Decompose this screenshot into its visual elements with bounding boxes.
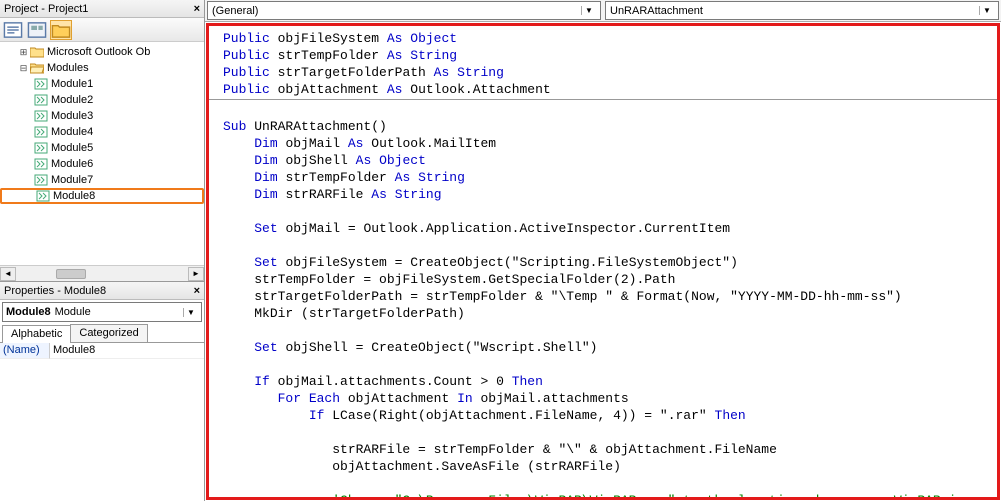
tab-alphabetic[interactable]: Alphabetic bbox=[2, 325, 71, 343]
scroll-thumb[interactable] bbox=[56, 269, 86, 279]
properties-panel-header: Properties - Module8 × bbox=[0, 282, 204, 300]
code-pane: (General) ▼ UnRARAttachment ▼ Public obj… bbox=[205, 0, 1001, 501]
module-icon bbox=[34, 158, 48, 170]
code-text[interactable]: Public objFileSystem As Object Public st… bbox=[209, 26, 997, 500]
tree-label: Module4 bbox=[51, 126, 93, 138]
project-tree[interactable]: ⊞ Microsoft Outlook Ob ⊟ Modules Module1… bbox=[0, 42, 204, 265]
procedure-dropdown[interactable]: UnRARAttachment ▼ bbox=[605, 1, 999, 20]
tree-item-module3[interactable]: Module3 bbox=[0, 108, 204, 124]
module-icon bbox=[34, 126, 48, 138]
property-row[interactable]: (Name) Module8 bbox=[0, 343, 204, 359]
project-panel-close-icon[interactable]: × bbox=[194, 3, 200, 15]
module-icon bbox=[34, 142, 48, 154]
scroll-left-icon[interactable]: ◄ bbox=[0, 267, 16, 281]
properties-panel-close-icon[interactable]: × bbox=[194, 285, 200, 297]
tree-item-module1[interactable]: Module1 bbox=[0, 76, 204, 92]
property-name: (Name) bbox=[0, 343, 50, 359]
object-type: Module bbox=[55, 306, 91, 318]
tree-item-module8[interactable]: Module8 bbox=[0, 188, 204, 204]
object-name: Module8 bbox=[6, 306, 51, 318]
chevron-down-icon[interactable]: ▼ bbox=[979, 6, 994, 15]
procedure-separator bbox=[209, 99, 997, 100]
tree-label: Module1 bbox=[51, 78, 93, 90]
code-editor[interactable]: Public objFileSystem As Object Public st… bbox=[206, 23, 1000, 500]
project-hscrollbar[interactable]: ◄ ► bbox=[0, 265, 204, 281]
tree-item-module2[interactable]: Module2 bbox=[0, 92, 204, 108]
object-dropdown[interactable]: (General) ▼ bbox=[207, 1, 601, 20]
code-dropdown-row: (General) ▼ UnRARAttachment ▼ bbox=[205, 0, 1001, 22]
tree-folder-modules[interactable]: ⊟ Modules bbox=[0, 60, 204, 76]
toggle-folders-button[interactable] bbox=[50, 20, 72, 40]
properties-tabs: Alphabetic Categorized bbox=[0, 324, 204, 343]
property-value[interactable]: Module8 bbox=[50, 343, 204, 359]
collapse-icon[interactable]: ⊟ bbox=[18, 63, 29, 74]
tree-label: Module2 bbox=[51, 94, 93, 106]
tree-item-module6[interactable]: Module6 bbox=[0, 156, 204, 172]
tree-folder-outlook[interactable]: ⊞ Microsoft Outlook Ob bbox=[0, 44, 204, 60]
tree-label: Module6 bbox=[51, 158, 93, 170]
tree-label: Module3 bbox=[51, 110, 93, 122]
tree-label: Module8 bbox=[53, 190, 95, 202]
chevron-down-icon[interactable]: ▼ bbox=[183, 308, 198, 317]
module-icon bbox=[34, 174, 48, 186]
left-column: Project - Project1 × ⊞ Microsoft Outlook… bbox=[0, 0, 205, 501]
tree-label: Module7 bbox=[51, 174, 93, 186]
tree-label: Microsoft Outlook Ob bbox=[47, 46, 150, 58]
procedure-dropdown-value: UnRARAttachment bbox=[610, 5, 703, 17]
module-icon bbox=[34, 94, 48, 106]
tree-item-module7[interactable]: Module7 bbox=[0, 172, 204, 188]
properties-panel: Properties - Module8 × Module8 Module ▼ … bbox=[0, 281, 204, 501]
tree-label: Modules bbox=[47, 62, 89, 74]
properties-object-dropdown[interactable]: Module8 Module ▼ bbox=[2, 302, 202, 322]
project-panel-header: Project - Project1 × bbox=[0, 0, 204, 18]
expand-icon[interactable]: ⊞ bbox=[18, 47, 29, 58]
tree-item-module4[interactable]: Module4 bbox=[0, 124, 204, 140]
object-dropdown-value: (General) bbox=[212, 5, 258, 17]
scroll-right-icon[interactable]: ► bbox=[188, 267, 204, 281]
project-toolbar bbox=[0, 18, 204, 42]
tree-label: Module5 bbox=[51, 142, 93, 154]
properties-panel-title: Properties - Module8 bbox=[4, 285, 106, 297]
tab-categorized[interactable]: Categorized bbox=[70, 324, 147, 342]
properties-grid[interactable]: (Name) Module8 bbox=[0, 343, 204, 501]
view-object-button[interactable] bbox=[26, 20, 48, 40]
folder-icon bbox=[30, 46, 44, 58]
project-panel-title: Project - Project1 bbox=[4, 3, 88, 15]
module-icon bbox=[34, 78, 48, 90]
tree-item-module5[interactable]: Module5 bbox=[0, 140, 204, 156]
module-icon bbox=[36, 190, 50, 202]
view-code-button[interactable] bbox=[2, 20, 24, 40]
module-icon bbox=[34, 110, 48, 122]
folder-open-icon bbox=[30, 62, 44, 74]
chevron-down-icon[interactable]: ▼ bbox=[581, 6, 596, 15]
